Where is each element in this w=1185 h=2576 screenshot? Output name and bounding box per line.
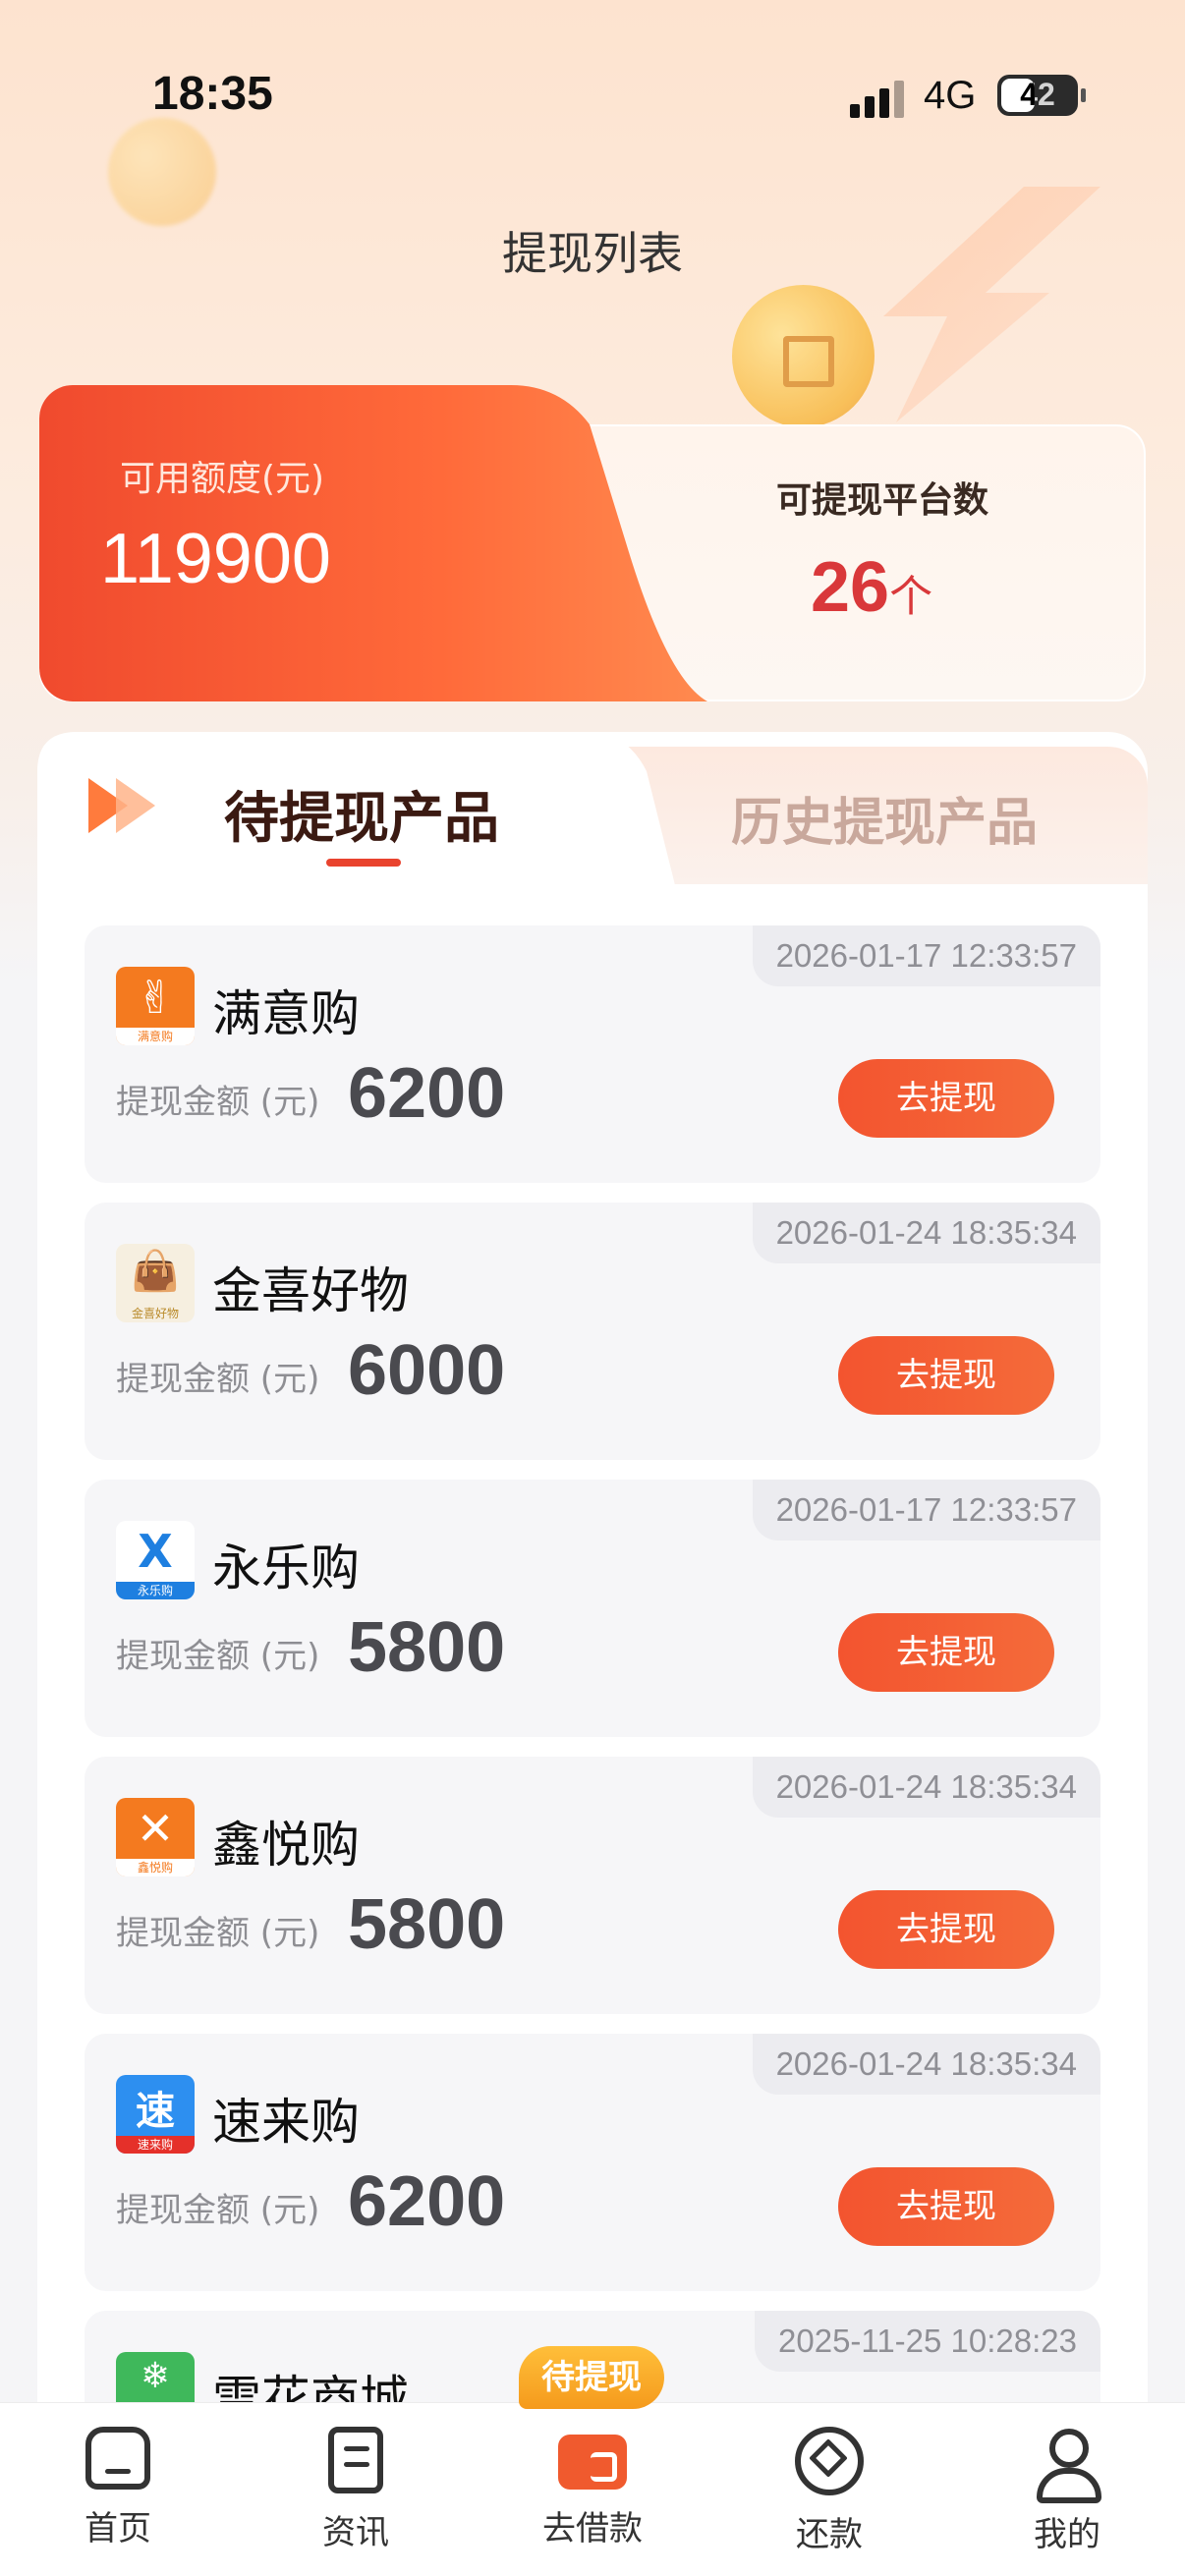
tab-history[interactable]: 历史提现产品: [731, 781, 1038, 855]
withdraw-button[interactable]: 去提现: [838, 2167, 1054, 2246]
platforms-count-value: 26: [811, 548, 890, 627]
platforms-label: 可提现平台数: [776, 480, 989, 521]
product-name: 速来购: [212, 2094, 360, 2151]
product-timestamp: 2026-01-17 12:33:57: [752, 1480, 1100, 1540]
platforms-count: 26个: [811, 547, 932, 628]
amount-label: 提现金额 (元): [116, 1637, 320, 1676]
signal-icon: [850, 81, 909, 118]
product-logo: 👜 金喜好物: [116, 1244, 195, 1322]
news-icon: [328, 2427, 383, 2493]
battery-icon: 42: [997, 75, 1086, 116]
withdraw-button[interactable]: 去提现: [838, 1336, 1054, 1415]
product-card[interactable]: 2026-01-24 18:35:34 速 速来购 速来购 提现金额 (元) 6…: [85, 2034, 1100, 2291]
product-amount: 6200: [348, 2162, 506, 2241]
summary-card: 可用额度(元) 119900 可提现平台数 26个: [39, 385, 1146, 701]
product-card[interactable]: 2026-01-24 18:35:34 👜 金喜好物 金喜好物 提现金额 (元)…: [85, 1203, 1100, 1460]
bottom-nav: 首页 资讯 去借款 还款 我的: [0, 2402, 1185, 2576]
product-logo: ✌ 满意购: [116, 967, 195, 1045]
logo-caption: 速来购: [116, 2136, 195, 2154]
product-amount: 5800: [348, 1885, 506, 1964]
logo-caption: 满意购: [116, 1028, 195, 1045]
repay-icon: [795, 2427, 864, 2495]
logo-caption: 鑫悦购: [116, 1859, 195, 1876]
nav-label: 我的: [1034, 2515, 1100, 2554]
withdraw-button[interactable]: 去提现: [838, 1059, 1054, 1138]
logo-caption: 金喜好物: [131, 1307, 179, 1320]
nav-label: 去借款: [542, 2509, 643, 2548]
battery-level: 42: [1020, 77, 1055, 112]
product-amount: 6200: [348, 1054, 506, 1133]
amount-label: 提现金额 (元): [116, 1360, 320, 1399]
nav-label: 还款: [796, 2515, 863, 2554]
home-icon: [85, 2427, 150, 2490]
amount-label: 提现金额 (元): [116, 2191, 320, 2230]
nav-home[interactable]: 首页: [39, 2427, 197, 2549]
product-timestamp: 2026-01-17 12:33:57: [752, 925, 1100, 986]
wallet-icon: [558, 2435, 627, 2490]
nav-me[interactable]: 我的: [988, 2427, 1146, 2555]
withdraw-button[interactable]: 去提现: [838, 1613, 1054, 1692]
product-amount: 5800: [348, 1608, 506, 1687]
withdraw-button[interactable]: 去提现: [838, 1890, 1054, 1969]
user-icon: [1033, 2427, 1101, 2503]
nav-label: 资讯: [322, 2513, 389, 2552]
network-type: 4G: [924, 74, 977, 117]
product-amount: 6000: [348, 1331, 506, 1410]
pending-badge: 待提现: [519, 2346, 664, 2409]
product-logo: X 永乐购: [116, 1521, 195, 1599]
product-name: 永乐购: [212, 1540, 360, 1596]
product-logo: 速 速来购: [116, 2075, 195, 2154]
status-time: 18:35: [152, 68, 273, 120]
double-arrow-icon: [88, 778, 167, 833]
status-bar: 18:35 4G 42: [0, 0, 1185, 196]
available-value: 119900: [100, 520, 331, 598]
nav-news[interactable]: 资讯: [277, 2427, 434, 2553]
nav-label: 首页: [85, 2509, 151, 2548]
amount-label: 提现金额 (元): [116, 1914, 320, 1953]
platforms-unit: 个: [889, 573, 933, 621]
nav-repay[interactable]: 还款: [751, 2427, 908, 2555]
product-name: 金喜好物: [212, 1262, 409, 1319]
product-card[interactable]: 2026-01-24 18:35:34 ✕ 鑫悦购 鑫悦购 提现金额 (元) 5…: [85, 1757, 1100, 2014]
product-logo: ✕ 鑫悦购: [116, 1798, 195, 1876]
tab-underline: [326, 859, 401, 867]
product-name: 满意购: [212, 985, 360, 1042]
available-label: 可用额度(元): [120, 459, 325, 499]
product-timestamp: 2025-11-25 10:28:23: [755, 2311, 1100, 2372]
page-title: 提现列表: [502, 227, 683, 280]
product-timestamp: 2026-01-24 18:35:34: [752, 1757, 1100, 1818]
product-card[interactable]: 2026-01-17 12:33:57 X 永乐购 永乐购 提现金额 (元) 5…: [85, 1480, 1100, 1737]
nav-borrow[interactable]: 去借款: [514, 2427, 671, 2549]
logo-caption: 永乐购: [116, 1582, 195, 1599]
product-timestamp: 2026-01-24 18:35:34: [752, 1203, 1100, 1263]
product-name: 鑫悦购: [212, 1817, 360, 1874]
amount-label: 提现金额 (元): [116, 1083, 320, 1122]
tab-pending[interactable]: 待提现产品: [224, 774, 499, 854]
product-timestamp: 2026-01-24 18:35:34: [752, 2034, 1100, 2095]
product-card[interactable]: 2026-01-17 12:33:57 ✌ 满意购 满意购 提现金额 (元) 6…: [85, 925, 1100, 1183]
